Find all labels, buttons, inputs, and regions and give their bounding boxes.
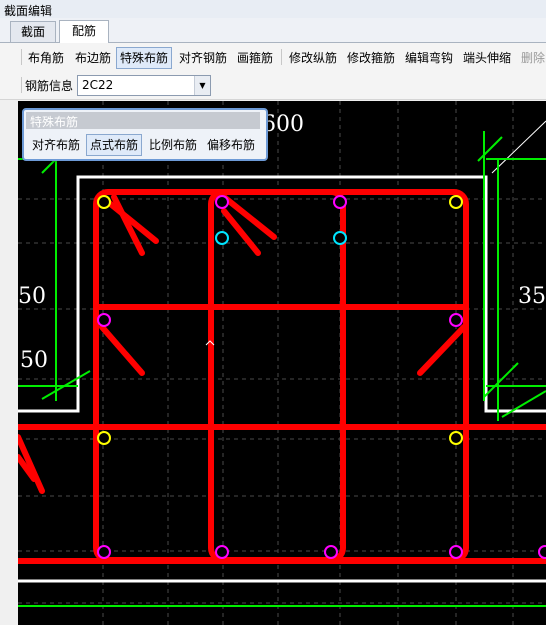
edit-longitudinal-rebar-button[interactable]: 修改纵筋 bbox=[285, 47, 341, 69]
rebar-marker-magenta[interactable] bbox=[97, 313, 111, 327]
dimension-top: 600 bbox=[262, 112, 304, 137]
rebar-markers bbox=[97, 195, 546, 559]
ratio-placement-button[interactable]: 比例布筋 bbox=[145, 134, 201, 156]
rebar-marker-cyan[interactable] bbox=[215, 231, 229, 245]
end-extension-button[interactable]: 端头伸缩 bbox=[459, 47, 515, 69]
align-rebar-button[interactable]: 对齐钢筋 bbox=[175, 47, 231, 69]
rebar-marker-magenta[interactable] bbox=[333, 195, 347, 209]
rebar-marker-yellow[interactable] bbox=[449, 431, 463, 445]
left-panel-edge bbox=[0, 101, 19, 625]
delete-button[interactable]: 删除 bbox=[517, 47, 546, 69]
align-placement-button[interactable]: 对齐布筋 bbox=[28, 134, 84, 156]
rebar-info-value: 2C22 bbox=[82, 78, 114, 92]
tab-section[interactable]: 截面 bbox=[10, 21, 56, 42]
offset-placement-button[interactable]: 偏移布筋 bbox=[203, 134, 259, 156]
draw-stirrup-button[interactable]: 画箍筋 bbox=[233, 47, 277, 69]
popup-title: 特殊布筋 bbox=[30, 115, 79, 129]
rebar-marker-magenta[interactable] bbox=[324, 545, 338, 559]
rebar-marker-yellow[interactable] bbox=[97, 431, 111, 445]
rebar-marker-magenta[interactable] bbox=[449, 313, 463, 327]
tab-bar: 截面 配筋 bbox=[0, 18, 546, 43]
dimension-left-upper: 50 bbox=[18, 284, 46, 309]
rebar-info-select[interactable]: 2C22 ▼ bbox=[77, 75, 211, 96]
section-drawing-canvas[interactable]: 600 50 50 35 bbox=[18, 101, 546, 625]
special-rebar-popup: 特殊布筋 对齐布筋 点式布筋 比例布筋 偏移布筋 bbox=[22, 108, 268, 161]
stirrups bbox=[18, 189, 546, 564]
rebar-marker-magenta[interactable] bbox=[449, 545, 463, 559]
toolbar-separator bbox=[281, 49, 282, 65]
edit-stirrup-button[interactable]: 修改箍筋 bbox=[343, 47, 399, 69]
rebar-marker-magenta[interactable] bbox=[215, 195, 229, 209]
rebar-marker-magenta[interactable] bbox=[215, 545, 229, 559]
rebar-marker-magenta[interactable] bbox=[97, 545, 111, 559]
dimension-left-lower: 50 bbox=[20, 348, 48, 373]
window-title: 截面编辑 bbox=[4, 4, 53, 18]
rebar-marker-yellow[interactable] bbox=[97, 195, 111, 209]
window-titlebar: 截面编辑 bbox=[0, 0, 546, 19]
point-placement-button[interactable]: 点式布筋 bbox=[86, 134, 143, 156]
toolbar-grip bbox=[21, 77, 22, 93]
special-rebar-button[interactable]: 特殊布筋 bbox=[116, 47, 173, 69]
rebar-info-label: 钢筋信息 bbox=[25, 79, 74, 93]
place-corner-rebar-button[interactable]: 布角筋 bbox=[24, 47, 68, 69]
chevron-down-icon[interactable]: ▼ bbox=[194, 76, 210, 95]
rebar-marker-cyan[interactable] bbox=[333, 231, 347, 245]
dimension-right: 35 bbox=[518, 284, 546, 309]
toolbar-grip bbox=[21, 49, 22, 65]
rebar-marker-magenta[interactable] bbox=[538, 545, 546, 559]
rebar-marker-yellow[interactable] bbox=[449, 195, 463, 209]
edit-hook-button[interactable]: 编辑弯钩 bbox=[401, 47, 457, 69]
place-edge-rebar-button[interactable]: 布边筋 bbox=[71, 47, 115, 69]
drawing-svg[interactable]: 600 50 50 35 bbox=[18, 101, 546, 625]
popup-title-bar[interactable]: 特殊布筋 bbox=[26, 112, 260, 129]
tab-reinforcement[interactable]: 配筋 bbox=[59, 20, 109, 43]
rebar-toolbar: 布角筋 布边筋 特殊布筋 对齐钢筋 画箍筋 修改纵筋 修改箍筋 编辑弯钩 端头伸… bbox=[0, 43, 546, 71]
